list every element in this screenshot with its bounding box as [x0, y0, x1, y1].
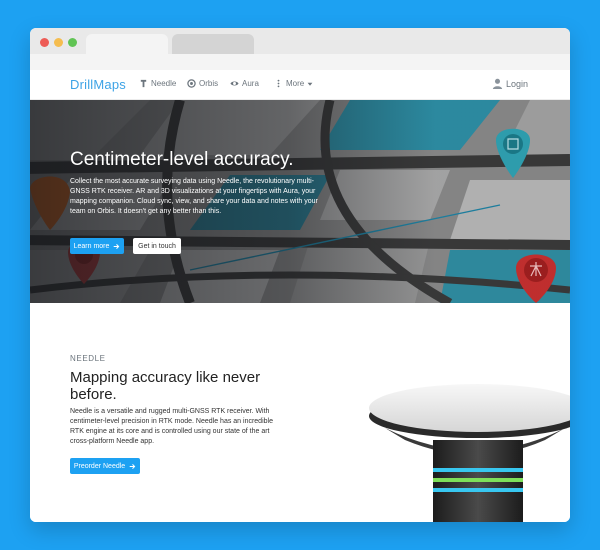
login-label: Login [506, 78, 529, 89]
user-icon [492, 78, 503, 89]
nav-item-label: More [286, 79, 305, 88]
needle-device-image [369, 384, 570, 522]
nav-item-aura[interactable]: Aura [230, 79, 259, 88]
nav-item-label: Needle [151, 79, 177, 88]
nav-item-needle[interactable]: Needle [139, 79, 176, 88]
section-eyebrow: NEEDLE [70, 354, 106, 363]
close-window-button[interactable] [40, 38, 49, 47]
more-vertical-icon [277, 79, 280, 88]
orbis-icon [187, 79, 196, 88]
learn-more-label: Learn more [73, 242, 110, 250]
arrow-right-icon [129, 463, 136, 469]
preorder-needle-button[interactable]: Preorder Needle [70, 458, 140, 474]
learn-more-button[interactable]: Learn more [70, 238, 124, 254]
hero-title: Centimeter-level accuracy. [70, 149, 294, 170]
get-in-touch-button[interactable]: Get in touch [133, 238, 181, 254]
get-in-touch-label: Get in touch [138, 242, 176, 250]
hero-section: Centimeter-level accuracy. Collect the m… [30, 100, 570, 303]
brand-logo[interactable]: DrillMaps [70, 77, 126, 92]
site-navbar: DrillMaps Needle Orbis Aura More Login [30, 70, 570, 100]
login-link[interactable]: Login [492, 78, 528, 89]
needle-icon [140, 79, 147, 88]
hero-description: Collect the most accurate surveying data… [70, 178, 318, 215]
needle-section: NEEDLE Mapping accuracy like never befor… [30, 303, 570, 522]
nav-item-label: Aura [242, 79, 259, 88]
browser-tab-inactive[interactable] [172, 34, 254, 54]
minimize-window-button[interactable] [54, 38, 63, 47]
arrow-right-icon [114, 243, 120, 249]
section-description: Needle is a versatile and rugged multi-G… [70, 408, 273, 445]
browser-tab-active[interactable] [86, 34, 168, 54]
preorder-label: Preorder Needle [73, 462, 126, 470]
nav-item-label: Orbis [199, 79, 219, 88]
nav-item-orbis[interactable]: Orbis [187, 79, 218, 88]
maximize-window-button[interactable] [68, 38, 77, 47]
eye-icon [230, 81, 239, 86]
browser-toolbar [30, 54, 570, 70]
section-title: Mapping accuracy like never before. [70, 369, 261, 403]
nav-item-more[interactable]: More [274, 79, 313, 88]
browser-chrome [30, 28, 570, 70]
caret-down-icon [307, 82, 313, 86]
browser-window: DrillMaps Needle Orbis Aura More Login C… [30, 28, 570, 522]
